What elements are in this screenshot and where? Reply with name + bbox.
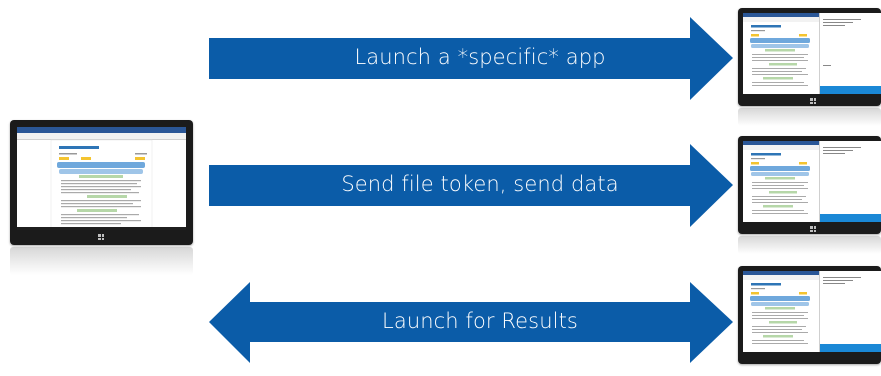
target-tablet-icon — [738, 136, 881, 234]
source-tablet-reflection — [10, 247, 193, 275]
target-tablet-screen — [743, 13, 881, 94]
arrow-label-launch-for-results: Launch for Results — [382, 309, 578, 333]
source-tablet-icon — [10, 120, 193, 245]
target-tablet-icon — [738, 8, 881, 106]
windows-logo-icon — [810, 98, 816, 104]
source-tablet-screen — [17, 127, 186, 230]
target-tablet-reflection — [738, 236, 881, 254]
target-tablet-screen — [743, 141, 881, 222]
windows-logo-icon — [98, 234, 104, 240]
target-tablet-reflection — [738, 108, 881, 126]
windows-logo-icon — [810, 226, 816, 232]
target-tablet-screen — [743, 271, 881, 352]
arrow-label-launch-specific-app: Launch a *specific* app — [354, 45, 606, 69]
arrow-label-send-file-token: Send file token, send data — [341, 172, 619, 196]
target-tablet-icon — [738, 266, 881, 364]
